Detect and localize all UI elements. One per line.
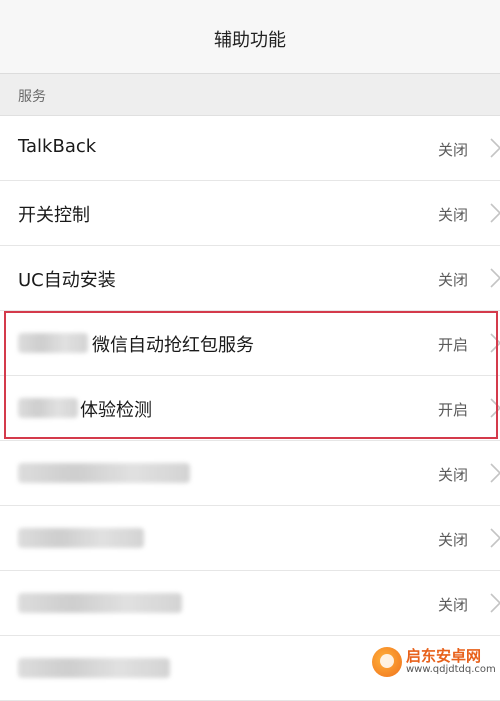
service-list: TalkBack 关闭 开关控制 关闭 UC自动安装 关闭 微信自动抢红包服务 … xyxy=(0,116,500,701)
list-item-uc-auto-install[interactable]: UC自动安装 关闭 xyxy=(0,246,500,311)
item-status: 关闭 xyxy=(438,466,469,484)
item-name: 开关控制 xyxy=(18,205,90,226)
chevron-right-icon xyxy=(490,463,500,483)
item-status: 关闭 xyxy=(438,206,469,224)
list-item-switch-control[interactable]: 开关控制 关闭 xyxy=(0,181,500,246)
watermark-line2: www.qdjdtdq.com xyxy=(406,663,496,675)
item-status: 关闭 xyxy=(438,271,469,289)
blurred-text xyxy=(18,528,144,548)
blurred-text xyxy=(18,398,78,418)
watermark-line1: 启东安卓网 xyxy=(406,646,482,665)
chevron-right-icon xyxy=(490,268,500,288)
blurred-text xyxy=(18,593,182,613)
blurred-text xyxy=(18,463,190,483)
item-status: 关闭 xyxy=(438,531,469,549)
chevron-right-icon xyxy=(490,203,500,223)
watermark: 启东安卓网 www.qdjdtdq.com xyxy=(372,643,500,681)
list-item-experience-check[interactable]: 体验检测 开启 xyxy=(0,376,500,441)
item-status: 开启 xyxy=(438,336,469,354)
item-status: 关闭 xyxy=(438,596,469,614)
section-header: 服务 xyxy=(0,74,500,116)
item-name: 微信自动抢红包服务 xyxy=(92,335,254,356)
item-status: 关闭 xyxy=(438,141,469,159)
section-label: 服务 xyxy=(18,89,46,105)
list-item-blurred-1[interactable]: 关闭 xyxy=(0,441,500,506)
item-name: UC自动安装 xyxy=(18,270,116,291)
chevron-right-icon xyxy=(490,398,500,418)
watermark-logo-icon xyxy=(372,647,402,677)
chevron-right-icon xyxy=(490,333,500,353)
chevron-right-icon xyxy=(490,138,500,158)
chevron-right-icon xyxy=(490,593,500,613)
item-name: 体验检测 xyxy=(80,400,152,421)
blurred-text xyxy=(18,333,88,353)
item-status: 开启 xyxy=(438,401,469,419)
list-item-blurred-2[interactable]: 关闭 xyxy=(0,506,500,571)
list-item-blurred-3[interactable]: 关闭 xyxy=(0,571,500,636)
list-item-wechat-red-packet[interactable]: 微信自动抢红包服务 开启 xyxy=(0,311,500,376)
page-title: 辅助功能 xyxy=(214,29,286,51)
top-bar: 辅助功能 xyxy=(0,0,500,74)
watermark-text: 启东安卓网 www.qdjdtdq.com xyxy=(406,646,496,675)
blurred-text xyxy=(18,658,170,678)
chevron-right-icon xyxy=(490,528,500,548)
list-item-talkback[interactable]: TalkBack 关闭 xyxy=(0,116,500,181)
item-name: TalkBack xyxy=(18,136,97,157)
